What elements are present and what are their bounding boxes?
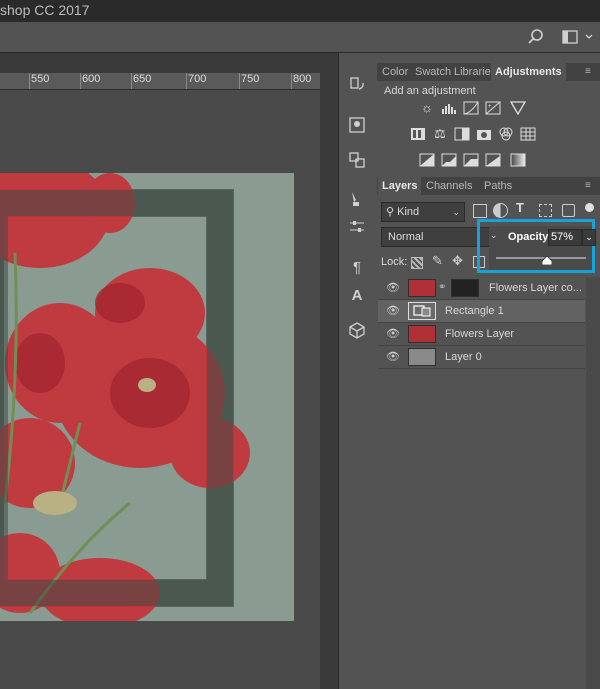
layer-name: Layer 0 <box>445 351 482 363</box>
flowers-artwork <box>0 173 250 621</box>
layer-mask-thumbnail <box>451 279 479 297</box>
sliders-icon[interactable] <box>345 215 369 239</box>
gradient-map-icon[interactable] <box>510 153 526 167</box>
posterize-icon[interactable] <box>441 153 457 167</box>
paragraph-icon[interactable]: ¶ <box>345 255 369 279</box>
chevron-down-icon[interactable]: ⌄ <box>490 230 498 241</box>
horizontal-ruler: 550 600 650 700 750 800 <box>0 73 320 90</box>
visibility-eye-icon[interactable]: 👁 <box>386 327 400 340</box>
tab-adjustments[interactable]: Adjustments <box>491 63 566 81</box>
invert-icon[interactable] <box>419 153 435 167</box>
document-canvas[interactable] <box>0 173 294 621</box>
tab-channels[interactable]: Channels <box>422 177 476 195</box>
opacity-slider-thumb[interactable] <box>541 252 553 266</box>
layers-scrollbar[interactable] <box>586 277 600 689</box>
layer-row[interactable]: 👁 ⚭ Flowers Layer co... <box>378 277 585 300</box>
adjustments-tab-bar: Color Swatch Librarie Adjustments ≡ <box>377 63 600 81</box>
transform-icon[interactable] <box>345 148 369 172</box>
ruler-tick: 800 <box>293 73 312 85</box>
ruler-tick: 600 <box>82 73 101 85</box>
history-icon[interactable] <box>345 72 369 96</box>
shape-filter-icon[interactable] <box>539 204 552 217</box>
lock-move-icon[interactable]: ✥ <box>452 253 463 269</box>
tab-color[interactable]: Color <box>378 63 412 81</box>
opacity-input[interactable]: 57% <box>548 229 582 246</box>
color-lookup-icon[interactable] <box>520 127 536 141</box>
3d-icon[interactable] <box>345 318 369 342</box>
layer-row-selected[interactable]: 👁 Rectangle 1 <box>378 300 585 323</box>
exposure-icon[interactable]: + <box>485 101 501 115</box>
opacity-slider-track[interactable] <box>496 257 586 259</box>
layers-tab-bar: Layers Channels Paths ≡ <box>377 177 600 195</box>
layers-empty-area <box>377 370 585 689</box>
window-title: shop CC 2017 <box>0 2 90 18</box>
layer-name: Flowers Layer co... <box>489 282 582 294</box>
layer-thumbnail <box>408 279 436 297</box>
panel-menu-icon[interactable]: ≡ <box>585 66 591 77</box>
brightness-icon[interactable]: ☼ <box>419 101 435 115</box>
type-filter-icon[interactable]: T <box>516 200 524 215</box>
opacity-dropdown-button[interactable]: ⌄ <box>582 229 596 246</box>
layer-row[interactable]: 👁 Flowers Layer <box>378 323 585 346</box>
ruler-tick: 550 <box>31 73 50 85</box>
layer-name: Rectangle 1 <box>445 305 504 317</box>
visibility-eye-icon[interactable]: 👁 <box>386 304 400 317</box>
vibrance-icon[interactable] <box>509 101 527 116</box>
layer-thumbnail <box>408 325 436 343</box>
shape-layer-thumbnail <box>408 302 436 320</box>
filter-toggle-icon[interactable] <box>585 203 594 212</box>
visibility-eye-icon[interactable]: 👁 <box>386 350 400 363</box>
tab-libraries[interactable]: Librarie <box>450 63 495 81</box>
blend-mode-value: Normal <box>388 231 424 243</box>
visibility-eye-icon[interactable]: 👁 <box>386 281 400 294</box>
opacity-highlight-box <box>477 219 595 273</box>
tab-layers[interactable]: Layers <box>378 177 422 195</box>
svg-text:+: + <box>488 104 492 110</box>
title-bar <box>0 0 600 22</box>
photo-filter-icon[interactable] <box>476 127 492 141</box>
lock-transparency-icon[interactable] <box>411 257 423 269</box>
smart-object-filter-icon[interactable] <box>562 204 575 217</box>
hue-saturation-icon[interactable] <box>410 127 426 141</box>
tab-paths[interactable]: Paths <box>480 177 516 195</box>
opacity-label: Opacity: <box>508 231 553 243</box>
levels-icon[interactable] <box>441 101 457 115</box>
lock-paint-icon[interactable]: ✎ <box>432 253 443 269</box>
search-icon: ⚲ <box>386 206 395 218</box>
options-bar <box>0 22 600 53</box>
ruler-tick: 750 <box>241 73 260 85</box>
layer-filter-select[interactable]: ⚲ Kind ⌄ <box>381 202 465 222</box>
workspace-switcher-icon[interactable] <box>562 29 596 45</box>
ruler-tick: 700 <box>188 73 207 85</box>
layer-row[interactable]: 👁 Layer 0 <box>378 346 585 369</box>
layer-name: Flowers Layer <box>445 328 515 340</box>
brush-icon[interactable] <box>345 187 369 211</box>
selective-color-icon[interactable] <box>485 153 501 167</box>
character-icon[interactable]: A <box>345 283 369 307</box>
adjustments-heading: Add an adjustment <box>384 85 476 97</box>
channel-mixer-icon[interactable] <box>498 127 514 141</box>
lock-label: Lock: <box>381 256 408 268</box>
curves-icon[interactable] <box>463 101 479 115</box>
black-white-icon[interactable] <box>454 127 470 141</box>
chain-link-icon[interactable]: ⚭ <box>438 282 446 293</box>
ruler-tick: 650 <box>133 73 152 85</box>
pixel-filter-icon[interactable] <box>473 204 487 218</box>
properties-icon[interactable] <box>345 113 369 137</box>
chevron-down-icon: ⌄ <box>452 207 460 217</box>
filter-kind-label: Kind <box>397 206 420 218</box>
canvas-scroll-area <box>320 73 338 689</box>
threshold-icon[interactable] <box>463 153 479 167</box>
layer-thumbnail <box>408 348 436 366</box>
panel-menu-icon[interactable]: ≡ <box>585 180 591 191</box>
color-balance-icon[interactable]: ⚖ <box>432 127 448 141</box>
adjustment-filter-icon[interactable] <box>493 203 508 218</box>
tab-swatches[interactable]: Swatch <box>411 63 455 81</box>
search-icon[interactable] <box>527 28 545 46</box>
